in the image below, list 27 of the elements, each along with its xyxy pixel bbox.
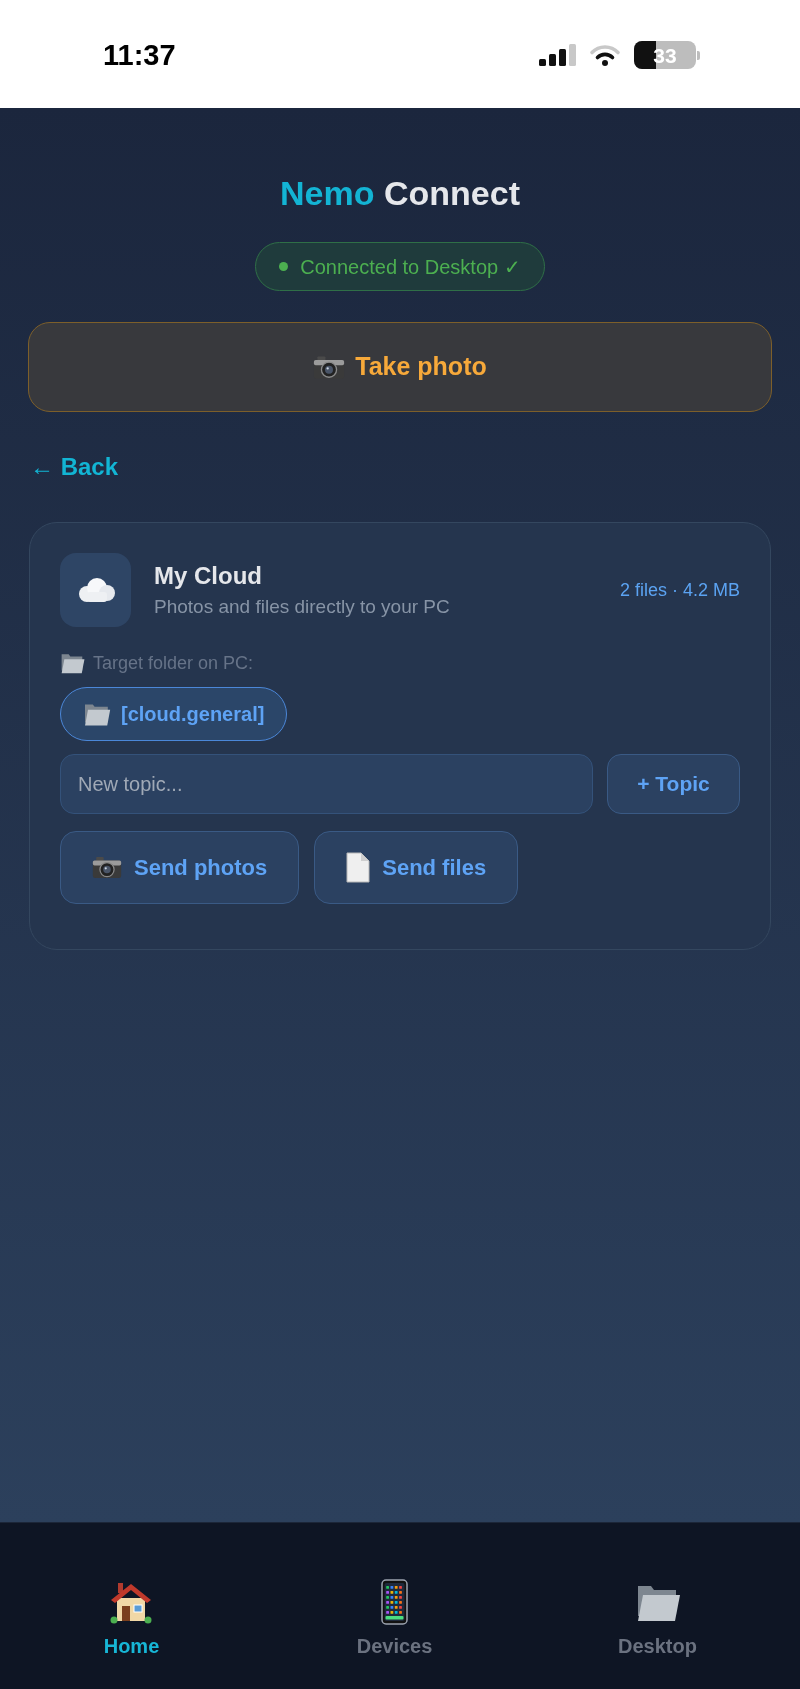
status-time: 11:37 [103,40,176,70]
add-topic-button[interactable]: + Topic [607,754,740,814]
topic-input[interactable]: New topic... [60,754,593,814]
signal-icon [539,44,576,66]
folder-icon [60,652,85,674]
bottom-nav-item[interactable]: Desktop [610,1579,705,1659]
folder-icon [83,702,111,726]
cloud-icon [60,553,131,627]
file-stats: 2 files · 4.2 MB [619,579,740,602]
app-title: Nemo Connect [280,173,520,214]
camera-icon [92,856,122,879]
connection-status-text: Connected to Desktop ✓ [300,254,521,280]
card-title: My Cloud [154,560,263,591]
wifi-icon [588,43,622,67]
house-icon [109,1580,154,1624]
take-photo-button[interactable]: Take photo [28,322,772,412]
folder-chip[interactable]: [cloud.general] [60,687,288,741]
document-icon [346,852,371,883]
card-subtitle: Photos and files directly to your PC [154,594,451,619]
bottom-nav-item[interactable]: Devices [348,1579,441,1659]
bottom-nav-item[interactable]: Home [95,1579,168,1659]
phone-icon [381,1579,408,1625]
send-button[interactable]: Send photos [60,831,300,904]
send-button[interactable]: Send files [314,831,519,904]
target-folder-label: Target folder on PC: [93,652,254,675]
back-link[interactable]: ← Back [30,451,119,483]
camera-icon [313,354,346,380]
